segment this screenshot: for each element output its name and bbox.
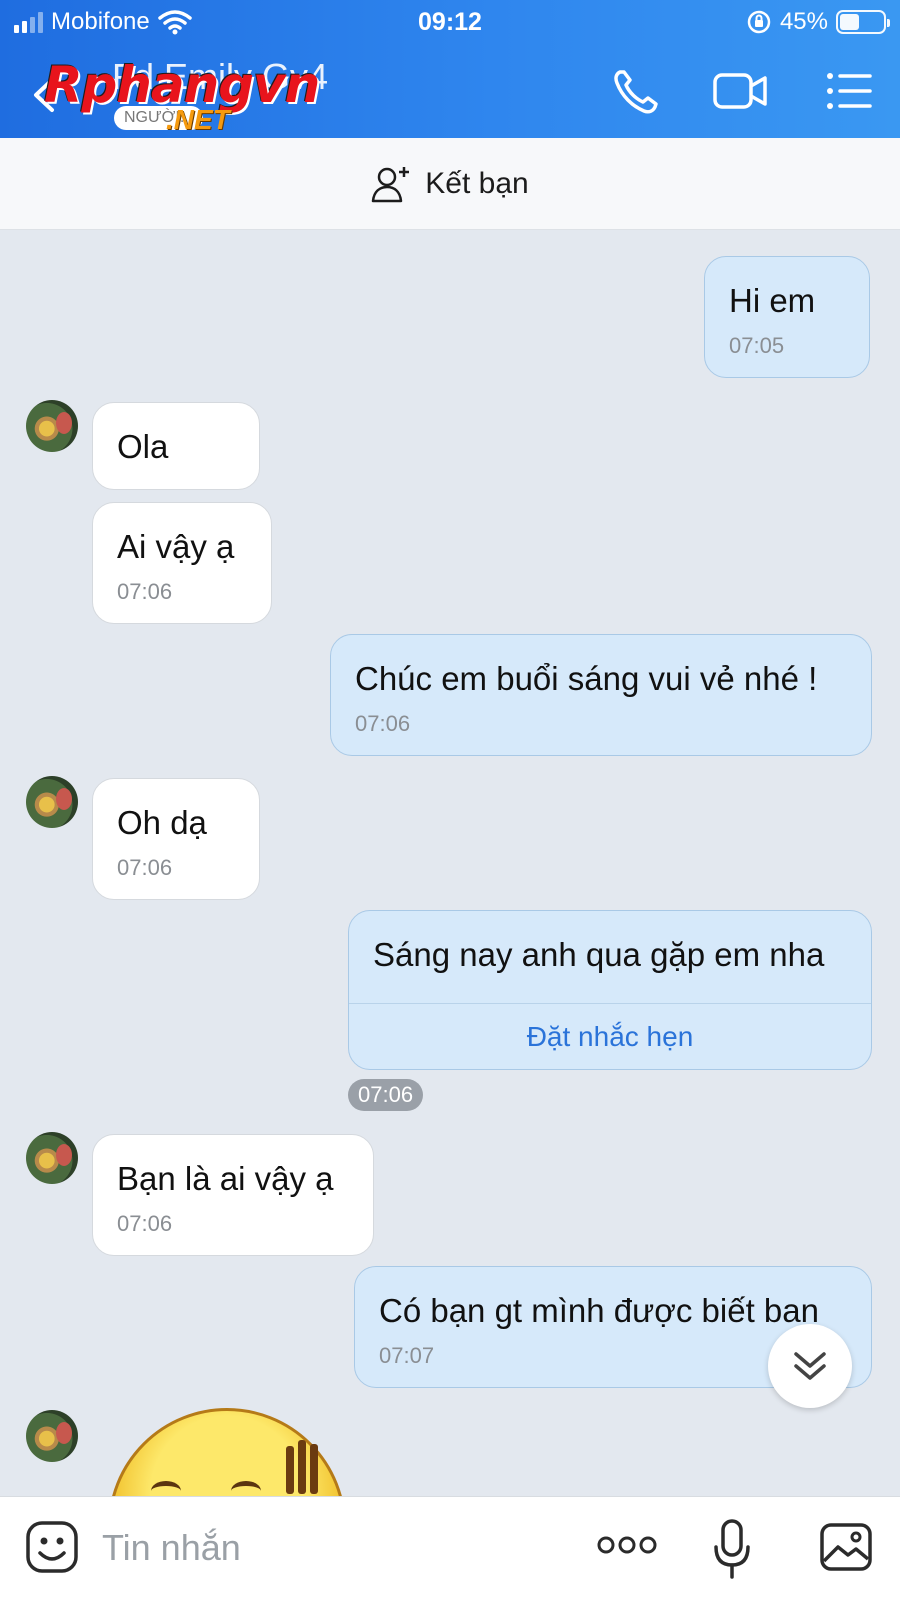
message-time-pill: 07:06 — [348, 1079, 424, 1111]
sticker-hand — [284, 1434, 324, 1494]
contact-avatar[interactable] — [26, 776, 78, 828]
add-person-icon — [371, 165, 411, 203]
message-input[interactable]: Tin nhắn — [102, 1527, 241, 1569]
status-bar: Mobifone 09:12 45% — [0, 0, 900, 46]
chat-header: Mobifone 09:12 45% Fd Emily Gv4 Rphangvn… — [0, 0, 900, 138]
menu-list-icon[interactable] — [824, 66, 880, 116]
add-friend-button[interactable]: Kết bạn — [0, 138, 900, 230]
sticker-eye — [231, 1481, 261, 1496]
message-text: Bạn là ai vậy ạ — [117, 1160, 334, 1197]
outgoing-message-with-reminder[interactable]: Sáng nay anh qua gặp em nha Đặt nhắc hẹn — [348, 910, 872, 1070]
contact-avatar[interactable] — [26, 1410, 78, 1462]
rotation-lock-icon — [746, 9, 772, 35]
more-options-icon[interactable] — [596, 1533, 658, 1557]
incoming-message[interactable]: Ola — [92, 402, 260, 490]
message-time: 07:05 — [729, 333, 785, 358]
image-icon[interactable] — [818, 1519, 874, 1575]
contact-avatar[interactable] — [26, 1132, 78, 1184]
emoji-icon[interactable] — [24, 1519, 80, 1575]
logo-suffix-text: .NET — [166, 104, 230, 135]
outgoing-message[interactable]: Hi em 07:05 — [704, 256, 870, 378]
message-input-bar: Tin nhắn — [0, 1496, 900, 1600]
incoming-message[interactable]: Ai vậy ạ 07:06 — [92, 502, 272, 624]
outgoing-message[interactable]: Chúc em buổi sáng vui vẻ nhé ! 07:06 — [330, 634, 872, 756]
nav-row: Fd Emily Gv4 Rphangvn NGƯỜI... .NET — [0, 50, 900, 138]
chat-message-list[interactable]: Hi em 07:05 Ola Ai vậy ạ 07:06 Chúc em b… — [0, 230, 900, 1496]
message-text: Hi em — [729, 282, 816, 319]
status-right: 45% — [746, 8, 890, 36]
reminder-divider — [349, 1003, 871, 1004]
incoming-message[interactable]: Oh dạ 07:06 — [92, 778, 260, 900]
sticker-eye — [151, 1481, 181, 1496]
battery-fill — [840, 14, 859, 30]
message-time: 07:06 — [117, 1211, 173, 1236]
watermark-logo: Rphangvn NGƯỜI... .NET — [44, 56, 324, 136]
message-text: Sáng nay anh qua gặp em nha — [373, 936, 825, 973]
contact-avatar[interactable] — [26, 400, 78, 452]
video-camera-icon[interactable] — [712, 66, 768, 116]
message-text: Ola — [117, 428, 169, 465]
scroll-to-bottom-button[interactable] — [768, 1324, 852, 1408]
message-text: Chúc em buổi sáng vui vẻ nhé ! — [355, 660, 818, 697]
message-time: 07:06 — [117, 855, 173, 880]
microphone-icon[interactable] — [712, 1517, 752, 1581]
message-text: Oh dạ — [117, 804, 207, 841]
message-text: Ai vậy ạ — [117, 528, 235, 565]
message-time: 07:06 — [117, 579, 173, 604]
phone-icon[interactable] — [608, 66, 664, 116]
incoming-message[interactable]: Bạn là ai vậy ạ 07:06 — [92, 1134, 374, 1256]
add-friend-label: Kết bạn — [425, 166, 529, 200]
double-chevron-down-icon — [794, 1352, 826, 1380]
battery-icon — [836, 10, 890, 34]
set-reminder-link[interactable]: Đặt nhắc hẹn — [349, 1021, 871, 1053]
message-time: 07:06 — [355, 711, 411, 736]
battery-percent: 45% — [779, 8, 828, 35]
